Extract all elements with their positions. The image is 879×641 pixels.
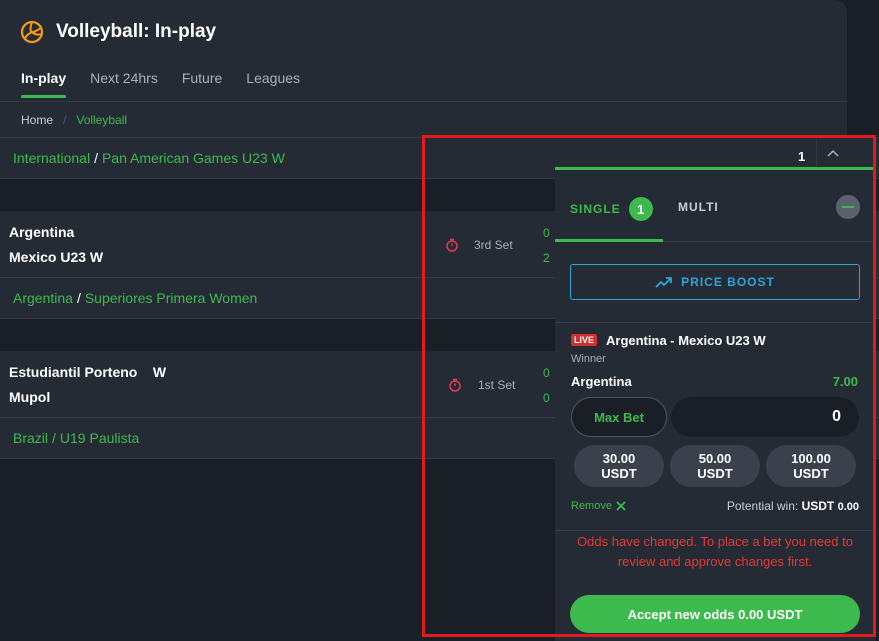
bet-odds: 7.00 (832, 374, 858, 389)
quick-stake-currency: USDT (601, 466, 637, 481)
tab-next-24hrs[interactable]: Next 24hrs (90, 70, 158, 98)
away-score: 2 (543, 251, 550, 265)
league-separator: / (94, 150, 98, 166)
live-badge: LIVE (571, 334, 598, 346)
stopwatch-icon (449, 378, 461, 392)
betslip-count: 1 (798, 149, 806, 164)
remove-all-button[interactable] (836, 195, 860, 219)
odds-changed-message: Odds have changed. To place a bet you ne… (577, 534, 853, 569)
quick-stake-amount: 100.00 (791, 451, 831, 466)
tabs-divider (0, 101, 847, 102)
breadcrumb-separator: / (63, 113, 67, 127)
set-status: 1st Set (478, 378, 516, 392)
league-country[interactable]: International (13, 150, 90, 166)
betslip-tabs: SINGLE 1 MULTI (555, 167, 875, 242)
quick-stake-button[interactable]: 30.00 USDT (574, 445, 664, 487)
quick-stake-button[interactable]: 100.00 USDT (766, 445, 856, 487)
sport-header: Volleyball: In-play In-play Next 24hrs F… (0, 0, 847, 137)
breadcrumb-home[interactable]: Home (21, 113, 53, 127)
page-title: Volleyball: In-play (56, 21, 217, 42)
title-row: Volleyball: In-play (20, 20, 216, 44)
betslip-panel: SINGLE 1 MULTI PRICE BOOST LIVE Argentin… (555, 167, 875, 641)
bet-event-name: Argentina - Mexico U23 W (606, 333, 766, 348)
league-separator: / (76, 290, 81, 306)
divider (555, 322, 875, 323)
chevron-up-icon (827, 149, 839, 157)
max-bet-button[interactable]: Max Bet (571, 397, 667, 437)
stake-input[interactable] (671, 397, 859, 437)
league-country[interactable]: Brazil (13, 430, 48, 446)
tab-future[interactable]: Future (182, 70, 222, 98)
breadcrumb: Home / Volleyball (21, 113, 127, 127)
remove-bet-link[interactable]: Remove (571, 500, 626, 512)
away-team: Mexico U23 W (9, 249, 104, 265)
tab-in-play[interactable]: In-play (21, 70, 67, 98)
home-score: 0 (543, 226, 550, 240)
quick-stake-amount: 30.00 (602, 451, 636, 466)
accept-new-odds-button[interactable]: Accept new odds 0.00 USDT (570, 595, 860, 633)
bet-selection-name: Argentina (571, 374, 632, 389)
tab-single-underline (555, 239, 663, 242)
potential-win-currency: USDT (801, 499, 835, 513)
tab-multi[interactable]: MULTI (678, 200, 719, 214)
quick-stake-amount: 50.00 (698, 451, 732, 466)
sport-tabs: In-play Next 24hrs Future Leagues (21, 70, 300, 98)
price-boost-label: PRICE BOOST (681, 275, 775, 289)
away-team: Mupol (9, 389, 51, 405)
remove-label: Remove (571, 500, 612, 512)
league-name[interactable]: Pan American Games U23 W (102, 150, 285, 166)
tab-single-label: SINGLE (570, 202, 621, 216)
set-status: 3rd Set (474, 238, 513, 252)
league-name[interactable]: Superiores Primera Women (85, 290, 257, 306)
home-score: 0 (543, 366, 550, 380)
betslip-top-accent (555, 167, 875, 170)
quick-stake-currency: USDT (793, 466, 829, 481)
potential-win: Potential win: USDT 0.00 (727, 499, 859, 513)
league-name[interactable]: U19 Paulista (60, 430, 139, 446)
home-team: Argentina (9, 224, 75, 240)
stopwatch-icon (446, 238, 458, 252)
close-icon (616, 501, 626, 511)
league-separator: / (52, 430, 56, 446)
potential-win-label: Potential win: (726, 499, 799, 513)
home-team: Estudiantil Porteno W (9, 364, 167, 380)
price-boost-button[interactable]: PRICE BOOST (570, 264, 860, 300)
tab-leagues[interactable]: Leagues (246, 70, 300, 98)
accept-amount: 0.00 USDT (738, 606, 803, 622)
quick-stake-button[interactable]: 50.00 USDT (670, 445, 760, 487)
accept-label: Accept new odds (627, 606, 735, 622)
betslip-collapse-button[interactable] (816, 140, 860, 168)
volleyball-icon (20, 20, 44, 44)
tab-single[interactable]: SINGLE 1 (570, 197, 653, 221)
away-score: 0 (543, 391, 550, 405)
breadcrumb-current[interactable]: Volleyball (76, 113, 127, 127)
quick-stake-currency: USDT (697, 466, 733, 481)
page: Volleyball: In-play In-play Next 24hrs F… (0, 0, 879, 641)
single-count-badge: 1 (628, 197, 653, 221)
potential-win-value: 0.00 (837, 501, 859, 513)
bet-market-name: Winner (571, 353, 606, 365)
league-country[interactable]: Argentina (13, 290, 73, 306)
divider (555, 530, 875, 531)
trending-up-icon (655, 277, 673, 288)
